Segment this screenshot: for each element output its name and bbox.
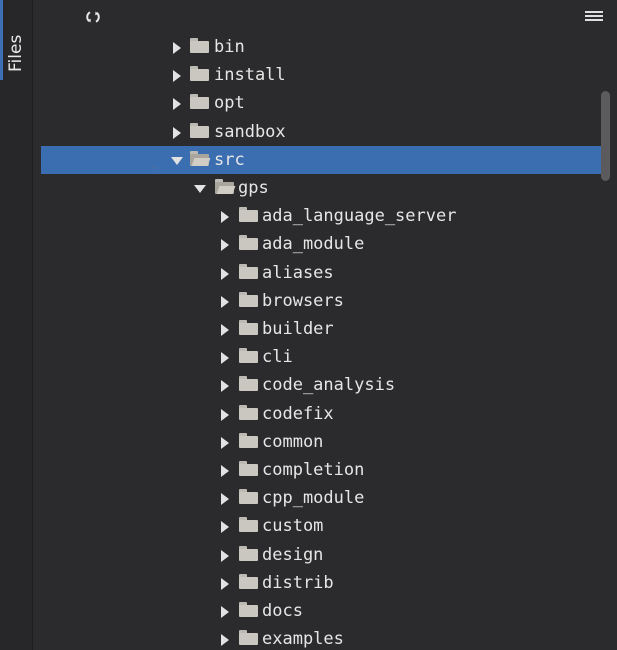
collapsed-arrow-icon[interactable] — [221, 549, 229, 562]
folder-open-icon — [190, 150, 211, 166]
scrollbar-thumb[interactable] — [601, 91, 610, 181]
folder-icon — [239, 291, 258, 307]
collapsed-arrow-icon[interactable] — [221, 521, 229, 534]
tree-row-cpp-module[interactable]: cpp_module — [41, 484, 601, 512]
folder-icon — [190, 38, 209, 53]
collapsed-arrow-icon[interactable] — [221, 436, 229, 449]
tree-row-label: distrib — [262, 572, 334, 593]
drag-marker — [153, 166, 156, 169]
collapsed-arrow-icon[interactable] — [221, 606, 229, 618]
tree-row-label: codefix — [262, 403, 334, 424]
tree-row-label: common — [262, 431, 324, 452]
tree-row-design[interactable]: design — [41, 541, 601, 569]
folder-icon — [239, 263, 258, 279]
collapsed-arrow-icon[interactable] — [173, 126, 181, 139]
hamburger-menu-icon[interactable] — [585, 9, 603, 27]
folder-icon — [190, 122, 209, 138]
tree-row-label: ada_language_server — [262, 206, 457, 227]
vertical-scrollbar[interactable] — [601, 33, 617, 650]
tree-row-docs[interactable]: docs — [41, 597, 601, 625]
tree-row-ada-module[interactable]: ada_module — [41, 230, 601, 258]
collapsed-arrow-icon[interactable] — [221, 239, 229, 252]
collapsed-arrow-icon[interactable] — [221, 408, 229, 421]
collapsed-arrow-icon[interactable] — [221, 267, 229, 280]
tree-row-browsers[interactable]: browsers — [41, 287, 601, 315]
tree-row-label: docs — [262, 601, 303, 621]
folder-icon — [239, 320, 258, 335]
expanded-arrow-icon[interactable] — [194, 185, 206, 193]
tree-row-label: bin — [214, 37, 245, 57]
files-tab-label[interactable]: Files — [6, 35, 26, 72]
tree-row-bin[interactable]: bin — [41, 33, 601, 61]
folder-icon — [239, 348, 258, 364]
folder-open-icon — [215, 179, 236, 194]
active-tab-indicator — [0, 0, 3, 80]
collapsed-arrow-icon[interactable] — [221, 634, 229, 647]
folder-icon — [239, 489, 258, 505]
collapsed-arrow-icon[interactable] — [221, 211, 229, 224]
folder-icon — [239, 517, 258, 533]
collapsed-arrow-icon[interactable] — [221, 465, 229, 477]
tree-row-label: opt — [214, 93, 245, 114]
tree-row-label: aliases — [262, 262, 334, 283]
tree-row-cli[interactable]: cli — [41, 343, 601, 371]
panel-divider — [32, 0, 33, 650]
folder-icon — [239, 461, 258, 476]
tree-row-label: cpp_module — [262, 488, 365, 509]
tree-row-ada-language-server[interactable]: ada_language_server — [41, 202, 601, 230]
tree-row-label: ada_module — [262, 234, 365, 255]
tree-row-builder[interactable]: builder — [41, 315, 601, 343]
folder-icon — [239, 573, 258, 589]
folder-icon — [239, 630, 258, 646]
folder-icon — [239, 235, 258, 251]
collapsed-arrow-icon[interactable] — [221, 380, 229, 393]
tree-row-src[interactable]: src — [41, 145, 601, 174]
tree-row-label: examples — [262, 629, 344, 650]
tree-row-distrib[interactable]: distrib — [41, 569, 601, 597]
tree-row-label: builder — [262, 319, 334, 339]
collapsed-arrow-icon[interactable] — [221, 352, 229, 365]
tree-row-label: gps — [238, 178, 269, 198]
tree-row-label: browsers — [262, 290, 344, 311]
tree-row-code-analysis[interactable]: code_analysis — [41, 371, 601, 399]
tree-row-aliases[interactable]: aliases — [41, 259, 601, 287]
tree-row-label: design — [262, 544, 324, 565]
folder-icon — [239, 404, 258, 420]
tree-row-label: install — [214, 65, 286, 86]
tree-row-examples[interactable]: examples — [41, 625, 601, 650]
collapsed-arrow-icon[interactable] — [173, 42, 181, 54]
folder-icon — [239, 432, 258, 448]
tree-row-sandbox[interactable]: sandbox — [41, 118, 601, 146]
folder-icon — [190, 66, 209, 82]
tree-row-label: sandbox — [214, 121, 286, 142]
collapsed-arrow-icon[interactable] — [221, 577, 229, 590]
folder-icon — [239, 545, 258, 561]
folder-icon — [239, 376, 258, 392]
tree-row-codefix[interactable]: codefix — [41, 400, 601, 428]
tree-row-custom[interactable]: custom — [41, 512, 601, 540]
tree-row-gps[interactable]: gps — [41, 174, 601, 202]
file-tree: bin install opt sandbox src gps ada_language_s… — [41, 33, 601, 650]
tree-row-label: code_analysis — [262, 375, 396, 396]
collapsed-arrow-icon[interactable] — [173, 98, 181, 111]
folder-icon — [239, 602, 258, 617]
tree-row-label: cli — [262, 347, 293, 368]
tree-row-common[interactable]: common — [41, 428, 601, 456]
tree-row-label: custom — [262, 516, 324, 537]
tree-row-install[interactable]: install — [41, 61, 601, 89]
collapsed-arrow-icon[interactable] — [221, 295, 229, 308]
collapsed-arrow-icon[interactable] — [173, 70, 181, 83]
folder-icon — [190, 94, 209, 110]
files-side-tab[interactable]: Files — [0, 0, 32, 650]
refresh-icon[interactable] — [83, 7, 103, 27]
tree-row-label: src — [214, 149, 245, 170]
collapsed-arrow-icon[interactable] — [221, 493, 229, 506]
tree-row-label: completion — [262, 460, 365, 480]
folder-icon — [239, 207, 258, 223]
expanded-arrow-icon[interactable] — [171, 156, 183, 165]
files-toolbar — [33, 0, 617, 34]
collapsed-arrow-icon[interactable] — [221, 324, 229, 336]
tree-row-completion[interactable]: completion — [41, 456, 601, 484]
tree-row-opt[interactable]: opt — [41, 89, 601, 117]
